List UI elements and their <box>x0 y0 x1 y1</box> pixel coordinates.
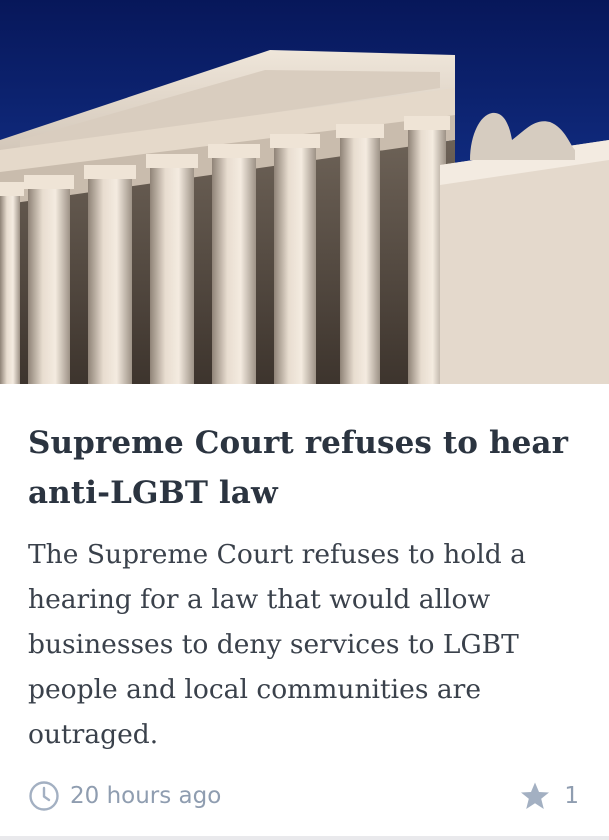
article-timestamp: 20 hours ago <box>70 783 222 809</box>
article-body: Supreme Court refuses to hear anti-LGBT … <box>28 418 588 757</box>
article-meta: 20 hours ago 1 <box>28 778 579 814</box>
favorite-count: 1 <box>564 783 579 809</box>
favorite-group[interactable]: 1 <box>520 781 579 811</box>
article-image[interactable] <box>0 0 609 384</box>
article-headline[interactable]: Supreme Court refuses to hear anti-LGBT … <box>28 418 588 518</box>
article-card[interactable]: Supreme Court refuses to hear anti-LGBT … <box>0 0 609 840</box>
article-summary: The Supreme Court refuses to hold a hear… <box>28 539 526 750</box>
star-icon[interactable] <box>520 781 550 811</box>
clock-icon <box>29 781 59 811</box>
timestamp-group: 20 hours ago <box>28 780 221 812</box>
